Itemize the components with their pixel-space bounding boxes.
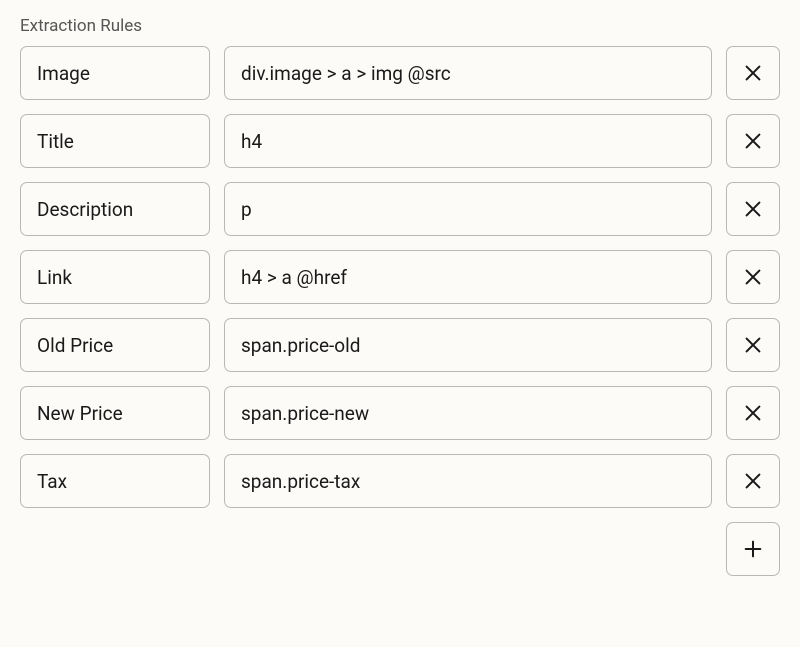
rule-selector-wrap bbox=[224, 250, 712, 304]
rule-row bbox=[20, 46, 780, 100]
rule-row bbox=[20, 318, 780, 372]
rule-name-wrap bbox=[20, 318, 210, 372]
rule-selector-input[interactable] bbox=[224, 46, 712, 100]
rule-selector-input[interactable] bbox=[224, 182, 712, 236]
plus-icon bbox=[742, 538, 764, 560]
section-label: Extraction Rules bbox=[20, 16, 780, 36]
delete-rule-button[interactable] bbox=[726, 318, 780, 372]
rule-selector-wrap bbox=[224, 114, 712, 168]
rule-selector-wrap bbox=[224, 386, 712, 440]
delete-rule-button[interactable] bbox=[726, 386, 780, 440]
rule-name-input[interactable] bbox=[20, 46, 210, 100]
rule-row bbox=[20, 250, 780, 304]
close-icon bbox=[742, 266, 764, 288]
delete-rule-button[interactable] bbox=[726, 182, 780, 236]
rule-selector-wrap bbox=[224, 454, 712, 508]
rule-row bbox=[20, 454, 780, 508]
add-rule-button[interactable] bbox=[726, 522, 780, 576]
rule-selector-input[interactable] bbox=[224, 454, 712, 508]
rule-name-input[interactable] bbox=[20, 182, 210, 236]
rule-name-input[interactable] bbox=[20, 386, 210, 440]
delete-rule-button[interactable] bbox=[726, 454, 780, 508]
rule-name-wrap bbox=[20, 250, 210, 304]
close-icon bbox=[742, 402, 764, 424]
rule-name-wrap bbox=[20, 114, 210, 168]
rules-list bbox=[20, 46, 780, 508]
rule-selector-wrap bbox=[224, 318, 712, 372]
rule-row bbox=[20, 182, 780, 236]
rule-name-input[interactable] bbox=[20, 250, 210, 304]
close-icon bbox=[742, 334, 764, 356]
rule-selector-input[interactable] bbox=[224, 386, 712, 440]
rule-selector-wrap bbox=[224, 182, 712, 236]
rule-name-wrap bbox=[20, 46, 210, 100]
rule-selector-wrap bbox=[224, 46, 712, 100]
close-icon bbox=[742, 130, 764, 152]
delete-rule-button[interactable] bbox=[726, 250, 780, 304]
rule-selector-input[interactable] bbox=[224, 318, 712, 372]
rule-name-wrap bbox=[20, 182, 210, 236]
rule-selector-input[interactable] bbox=[224, 250, 712, 304]
rule-name-wrap bbox=[20, 454, 210, 508]
rule-name-input[interactable] bbox=[20, 318, 210, 372]
rule-selector-input[interactable] bbox=[224, 114, 712, 168]
close-icon bbox=[742, 62, 764, 84]
close-icon bbox=[742, 470, 764, 492]
add-row-container bbox=[20, 522, 780, 576]
delete-rule-button[interactable] bbox=[726, 46, 780, 100]
rule-row bbox=[20, 386, 780, 440]
rule-row bbox=[20, 114, 780, 168]
rule-name-input[interactable] bbox=[20, 454, 210, 508]
rule-name-input[interactable] bbox=[20, 114, 210, 168]
rule-name-wrap bbox=[20, 386, 210, 440]
close-icon bbox=[742, 198, 764, 220]
delete-rule-button[interactable] bbox=[726, 114, 780, 168]
